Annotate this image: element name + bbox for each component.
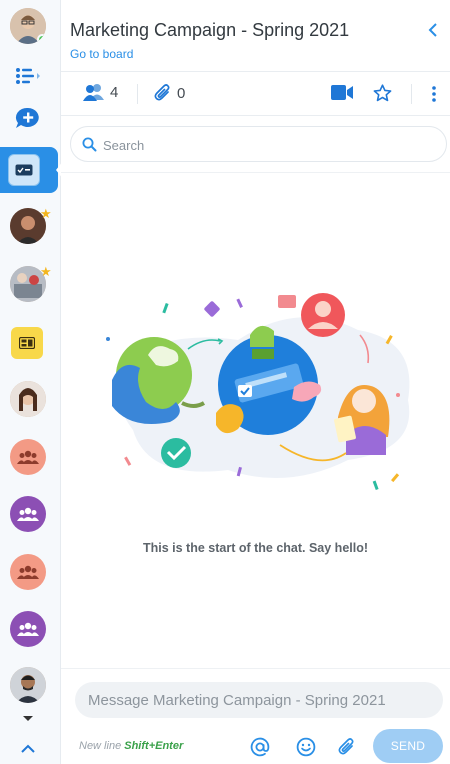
toolbar-divider (137, 84, 138, 104)
task-list-button[interactable] (10, 58, 46, 94)
active-indicator-notch (56, 161, 63, 179)
empty-chat-illustration (98, 285, 418, 500)
contact-avatar[interactable] (10, 667, 46, 703)
members-count: 4 (110, 83, 119, 101)
members-icon (83, 84, 104, 101)
paperclip-icon (338, 738, 354, 755)
more-options-button[interactable] (432, 86, 436, 102)
mention-button[interactable] (249, 736, 271, 758)
contact-avatar[interactable] (10, 381, 46, 417)
divider (61, 172, 450, 173)
group-icon (17, 565, 39, 579)
task-list-icon (16, 68, 40, 84)
newline-hint-shortcut: Shift+Enter (124, 740, 184, 752)
board-icon (8, 154, 40, 186)
more-vertical-icon (432, 86, 436, 102)
new-chat-icon (15, 107, 39, 128)
empty-chat-message: This is the start of the chat. Say hello… (142, 541, 369, 555)
collapse-panel-button[interactable] (428, 22, 442, 38)
group-avatar[interactable] (10, 496, 46, 532)
attach-file-button[interactable] (336, 736, 358, 758)
page-title: Marketing Campaign - Spring 2021 (70, 20, 350, 40)
scroll-down-indicator[interactable] (23, 716, 33, 721)
divider (61, 668, 450, 669)
group-icon (17, 507, 39, 521)
group-icon (17, 622, 39, 636)
board-icon[interactable] (11, 327, 43, 359)
mention-icon (250, 737, 270, 757)
favorite-button[interactable] (373, 84, 392, 102)
newline-hint: New line Shift+Enter (79, 740, 183, 752)
send-button[interactable]: SEND (373, 729, 443, 763)
group-icon (17, 450, 39, 464)
video-call-icon (331, 85, 353, 100)
favorite-star-icon: ★ (40, 264, 52, 279)
chat-header: Marketing Campaign - Spring 2021 Go to b… (61, 0, 450, 72)
my-avatar[interactable] (10, 8, 46, 44)
message-composer (75, 682, 443, 718)
message-input[interactable] (88, 690, 433, 710)
go-to-board-link[interactable]: Go to board (70, 47, 133, 61)
chevron-up-icon (21, 744, 35, 753)
left-rail: ★ ★ (0, 0, 63, 764)
emoji-icon (296, 737, 316, 757)
search-icon (82, 137, 97, 157)
group-avatar[interactable] (10, 611, 46, 647)
toolbar-divider (411, 84, 412, 104)
video-call-button[interactable] (331, 85, 353, 100)
paperclip-icon (154, 84, 170, 101)
online-status-dot (37, 34, 46, 44)
active-board-item[interactable] (0, 147, 58, 193)
search-input[interactable] (103, 135, 423, 155)
star-icon (373, 84, 392, 102)
favorite-star-icon: ★ (40, 206, 52, 221)
group-avatar[interactable] (10, 439, 46, 475)
attachments-button[interactable]: 0 (154, 83, 185, 103)
chat-toolbar: 4 0 (61, 72, 450, 116)
search-box (70, 126, 447, 162)
attachments-count: 0 (177, 84, 186, 102)
newline-hint-label: New line (79, 740, 122, 752)
chevron-left-icon (428, 23, 437, 37)
emoji-button[interactable] (295, 736, 317, 758)
collapse-rail-button[interactable] (18, 738, 38, 758)
members-button[interactable]: 4 (83, 83, 118, 101)
group-avatar[interactable] (10, 554, 46, 590)
new-chat-button[interactable] (10, 100, 46, 136)
